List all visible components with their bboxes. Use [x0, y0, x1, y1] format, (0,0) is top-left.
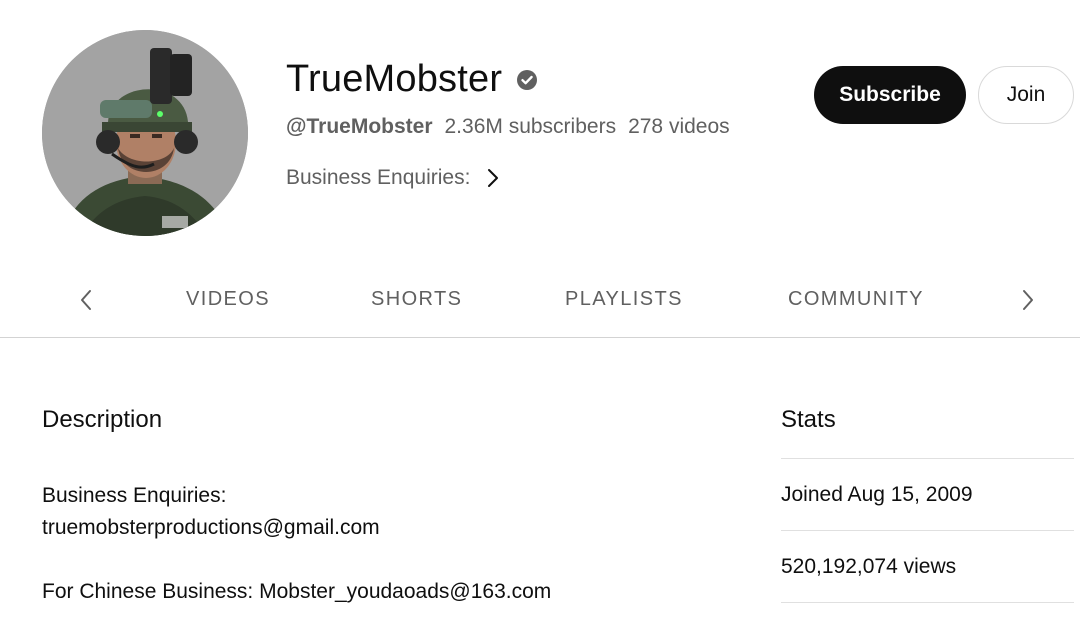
description-email-link[interactable]: truemobsterproductions@gmail.com [42, 512, 551, 544]
tab-community[interactable]: COMMUNITY [788, 288, 924, 311]
chevron-right-icon[interactable] [1018, 288, 1038, 312]
chevron-left-icon[interactable] [76, 288, 96, 312]
chevron-right-icon [484, 167, 502, 189]
verified-check-icon [516, 69, 538, 91]
channel-about-link[interactable]: Business Enquiries: [286, 166, 502, 190]
description-body: Business Enquiries: truemobsterproductio… [42, 480, 551, 608]
stats-list: Joined Aug 15, 2009 520,192,074 views [781, 458, 1074, 603]
video-count: 278 videos [628, 115, 730, 138]
description-line: Business Enquiries: [42, 484, 227, 507]
stat-joined: Joined Aug 15, 2009 [781, 458, 1074, 530]
channel-name-row: TrueMobster [286, 58, 538, 101]
tab-playlists[interactable]: PLAYLISTS [565, 288, 683, 311]
tab-shorts[interactable]: SHORTS [371, 288, 462, 311]
join-button[interactable]: Join [978, 66, 1074, 124]
soldier-avatar-icon [42, 30, 248, 236]
stat-views: 520,192,074 views [781, 530, 1074, 602]
channel-name: TrueMobster [286, 58, 503, 100]
subscriber-count: 2.36M subscribers [444, 115, 617, 138]
description-heading: Description [42, 406, 163, 433]
channel-handle: @TrueMobster [286, 115, 433, 138]
subscribe-button[interactable]: Subscribe [814, 66, 966, 124]
channel-meta: @TrueMobster 2.36M subscribers 278 video… [286, 115, 730, 139]
description-line: For Chinese Business: Mobster_youdaoads@… [42, 580, 552, 603]
about-link-label: Business Enquiries: [286, 166, 471, 189]
stats-divider [781, 602, 1074, 603]
channel-tabs: VIDEOS SHORTS PLAYLISTS COMMUNITY [0, 262, 1080, 338]
tab-videos[interactable]: VIDEOS [186, 288, 270, 311]
channel-avatar[interactable] [42, 30, 248, 236]
stats-heading: Stats [781, 406, 836, 433]
